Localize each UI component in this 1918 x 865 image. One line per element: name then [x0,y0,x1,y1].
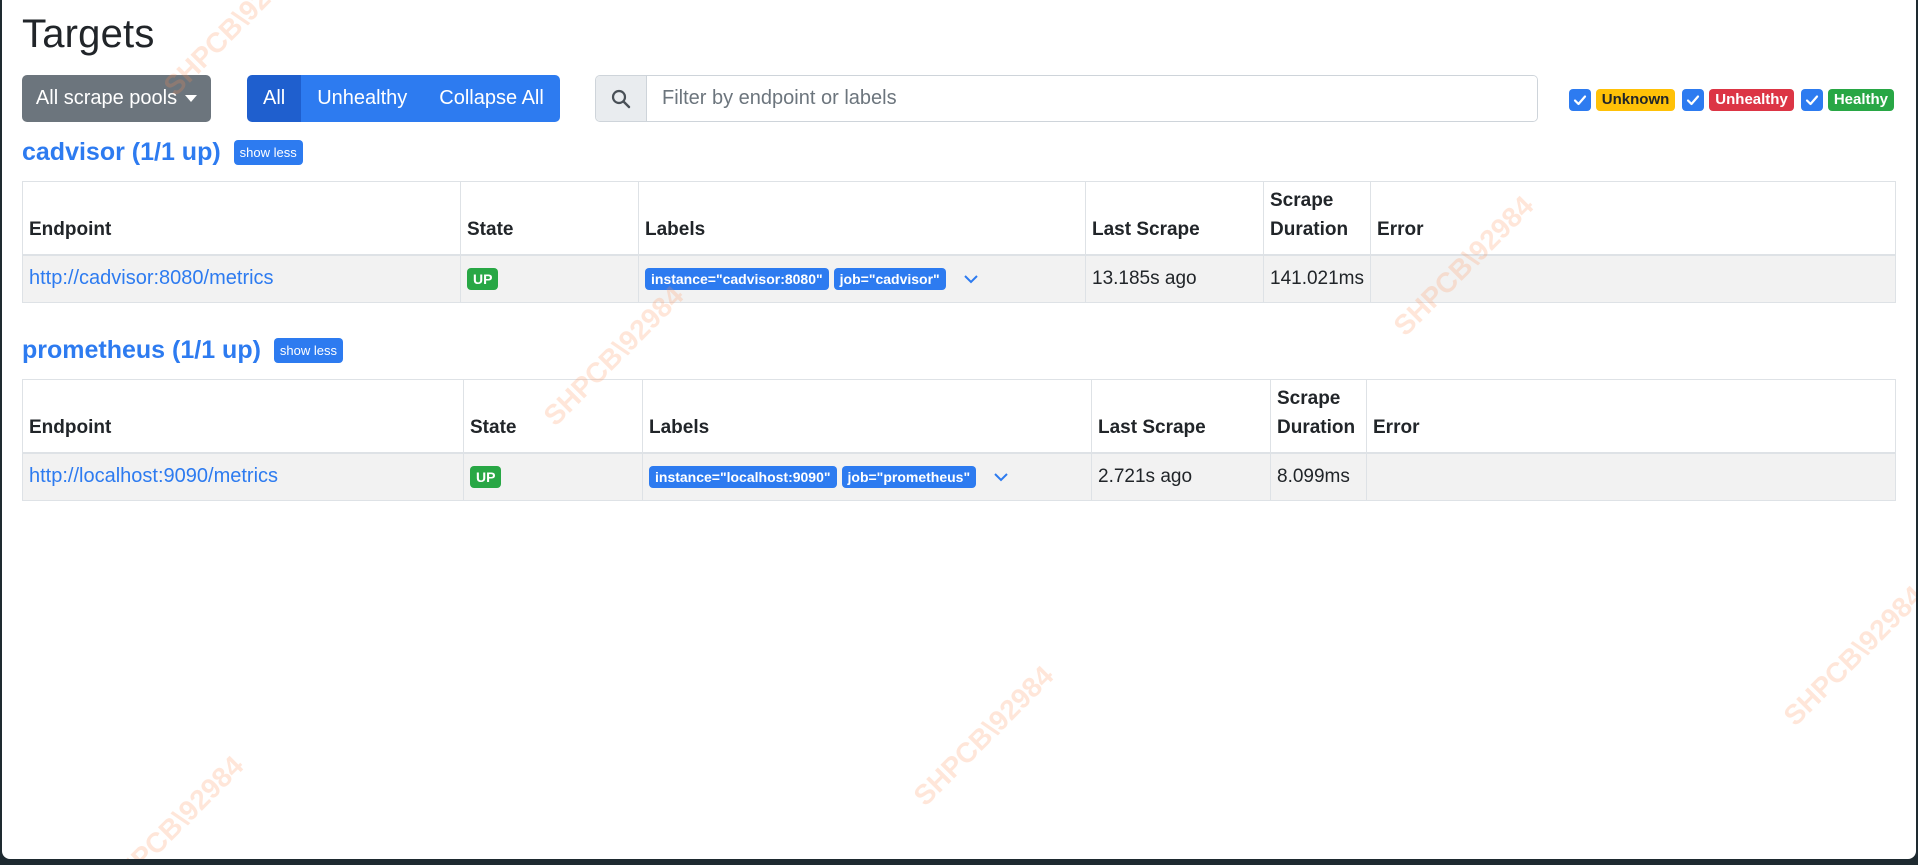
table-header-row: Endpoint State Labels Last Scrape Scrape… [22,379,1896,454]
column-error: Error [1370,181,1896,256]
error-cell [1366,452,1896,501]
column-scrape-duration: Scrape Duration [1270,379,1367,454]
column-scrape-duration-line2: Duration [1270,218,1349,240]
state-cell: UP [463,452,643,501]
chevron-down-icon[interactable] [993,472,1009,482]
table-row: http://cadvisor:8080/metrics UP instance… [22,254,1896,303]
filter-button-group: All Unhealthy Collapse All [247,75,560,122]
column-labels: Labels [642,379,1092,454]
table-row: http://localhost:9090/metrics UP instanc… [22,452,1896,501]
endpoint-cell: http://localhost:9090/metrics [22,452,464,501]
targets-table-prometheus: Endpoint State Labels Last Scrape Scrape… [22,379,1896,501]
label-badge: instance="cadvisor:8080" [645,267,829,290]
column-labels: Labels [638,181,1086,256]
search-icon [611,89,631,108]
endpoint-link[interactable]: http://localhost:9090/metrics [29,465,278,487]
chevron-down-icon[interactable] [963,274,979,284]
health-filters: Unknown Unhealthy Healthy [1568,89,1896,111]
scrape-pools-label: All scrape pools [35,87,178,109]
watermark: SHPCB\92984 [97,749,250,859]
state-badge: UP [467,267,499,290]
unknown-badge: Unknown [1595,89,1676,111]
search-addon [596,76,647,121]
state-cell: UP [460,254,639,303]
search-box [595,75,1538,122]
toolbar: All scrape pools All Unhealthy Collapse … [22,75,1896,122]
column-last-scrape: Last Scrape [1091,379,1271,454]
endpoint-cell: http://cadvisor:8080/metrics [22,254,461,303]
collapse-all-button[interactable]: Collapse All [423,75,560,122]
pool-title-prometheus[interactable]: prometheus (1/1 up) [22,336,261,365]
endpoint-link[interactable]: http://cadvisor:8080/metrics [29,267,274,289]
show-less-button[interactable]: show less [233,140,303,165]
unhealthy-badge: Unhealthy [1709,89,1794,111]
column-scrape-duration: Scrape Duration [1262,181,1372,256]
healthy-badge: Healthy [1827,89,1894,111]
search-input[interactable] [647,76,1537,121]
last-scrape-cell: 2.721s ago [1091,452,1271,501]
label-badge: instance="localhost:9090" [649,465,837,488]
column-scrape-duration-line1: Scrape [1277,387,1341,409]
scrape-pools-dropdown[interactable]: All scrape pools [22,75,211,122]
label-badge: job="cadvisor" [833,267,946,290]
column-state: State [460,181,639,256]
targets-page: Targets All scrape pools All Unhealthy C… [2,0,1916,859]
column-endpoint: Endpoint [22,181,461,256]
watermark: SHPCB\92984 [907,659,1060,812]
targets-table-cadvisor: Endpoint State Labels Last Scrape Scrape… [22,181,1896,303]
state-badge: UP [470,465,502,488]
table-header-row: Endpoint State Labels Last Scrape Scrape… [22,181,1896,256]
labels-cell: instance="cadvisor:8080" job="cadvisor" [638,254,1086,303]
last-scrape-cell: 13.185s ago [1085,254,1264,303]
filter-unhealthy-button[interactable]: Unhealthy [301,75,424,122]
column-scrape-duration-line2: Duration [1277,416,1356,438]
duration-cell: 141.021ms [1262,254,1372,303]
check-icon [1805,95,1818,106]
pool-title-cadvisor[interactable]: cadvisor (1/1 up) [22,138,221,167]
error-cell [1370,254,1896,303]
watermark: SHPCB\92984 [1777,579,1916,732]
column-scrape-duration-line1: Scrape [1270,189,1334,211]
pool-header-cadvisor: cadvisor (1/1 up) show less [22,138,303,167]
label-badge: job="prometheus" [841,465,977,488]
column-last-scrape: Last Scrape [1085,181,1264,256]
labels-cell: instance="localhost:9090" job="prometheus… [642,452,1092,501]
filter-all-button[interactable]: All [247,75,302,122]
unknown-checkbox[interactable] [1568,89,1591,111]
column-error: Error [1366,379,1896,454]
column-endpoint: Endpoint [22,379,464,454]
unhealthy-checkbox[interactable] [1682,89,1705,111]
show-less-button[interactable]: show less [273,338,343,363]
check-icon [1573,95,1586,106]
pool-header-prometheus: prometheus (1/1 up) show less [22,336,343,365]
healthy-checkbox[interactable] [1800,89,1823,111]
check-icon [1687,95,1700,106]
duration-cell: 8.099ms [1270,452,1367,501]
column-state: State [463,379,643,454]
page-title: Targets [22,12,155,56]
caret-down-icon [185,95,198,102]
